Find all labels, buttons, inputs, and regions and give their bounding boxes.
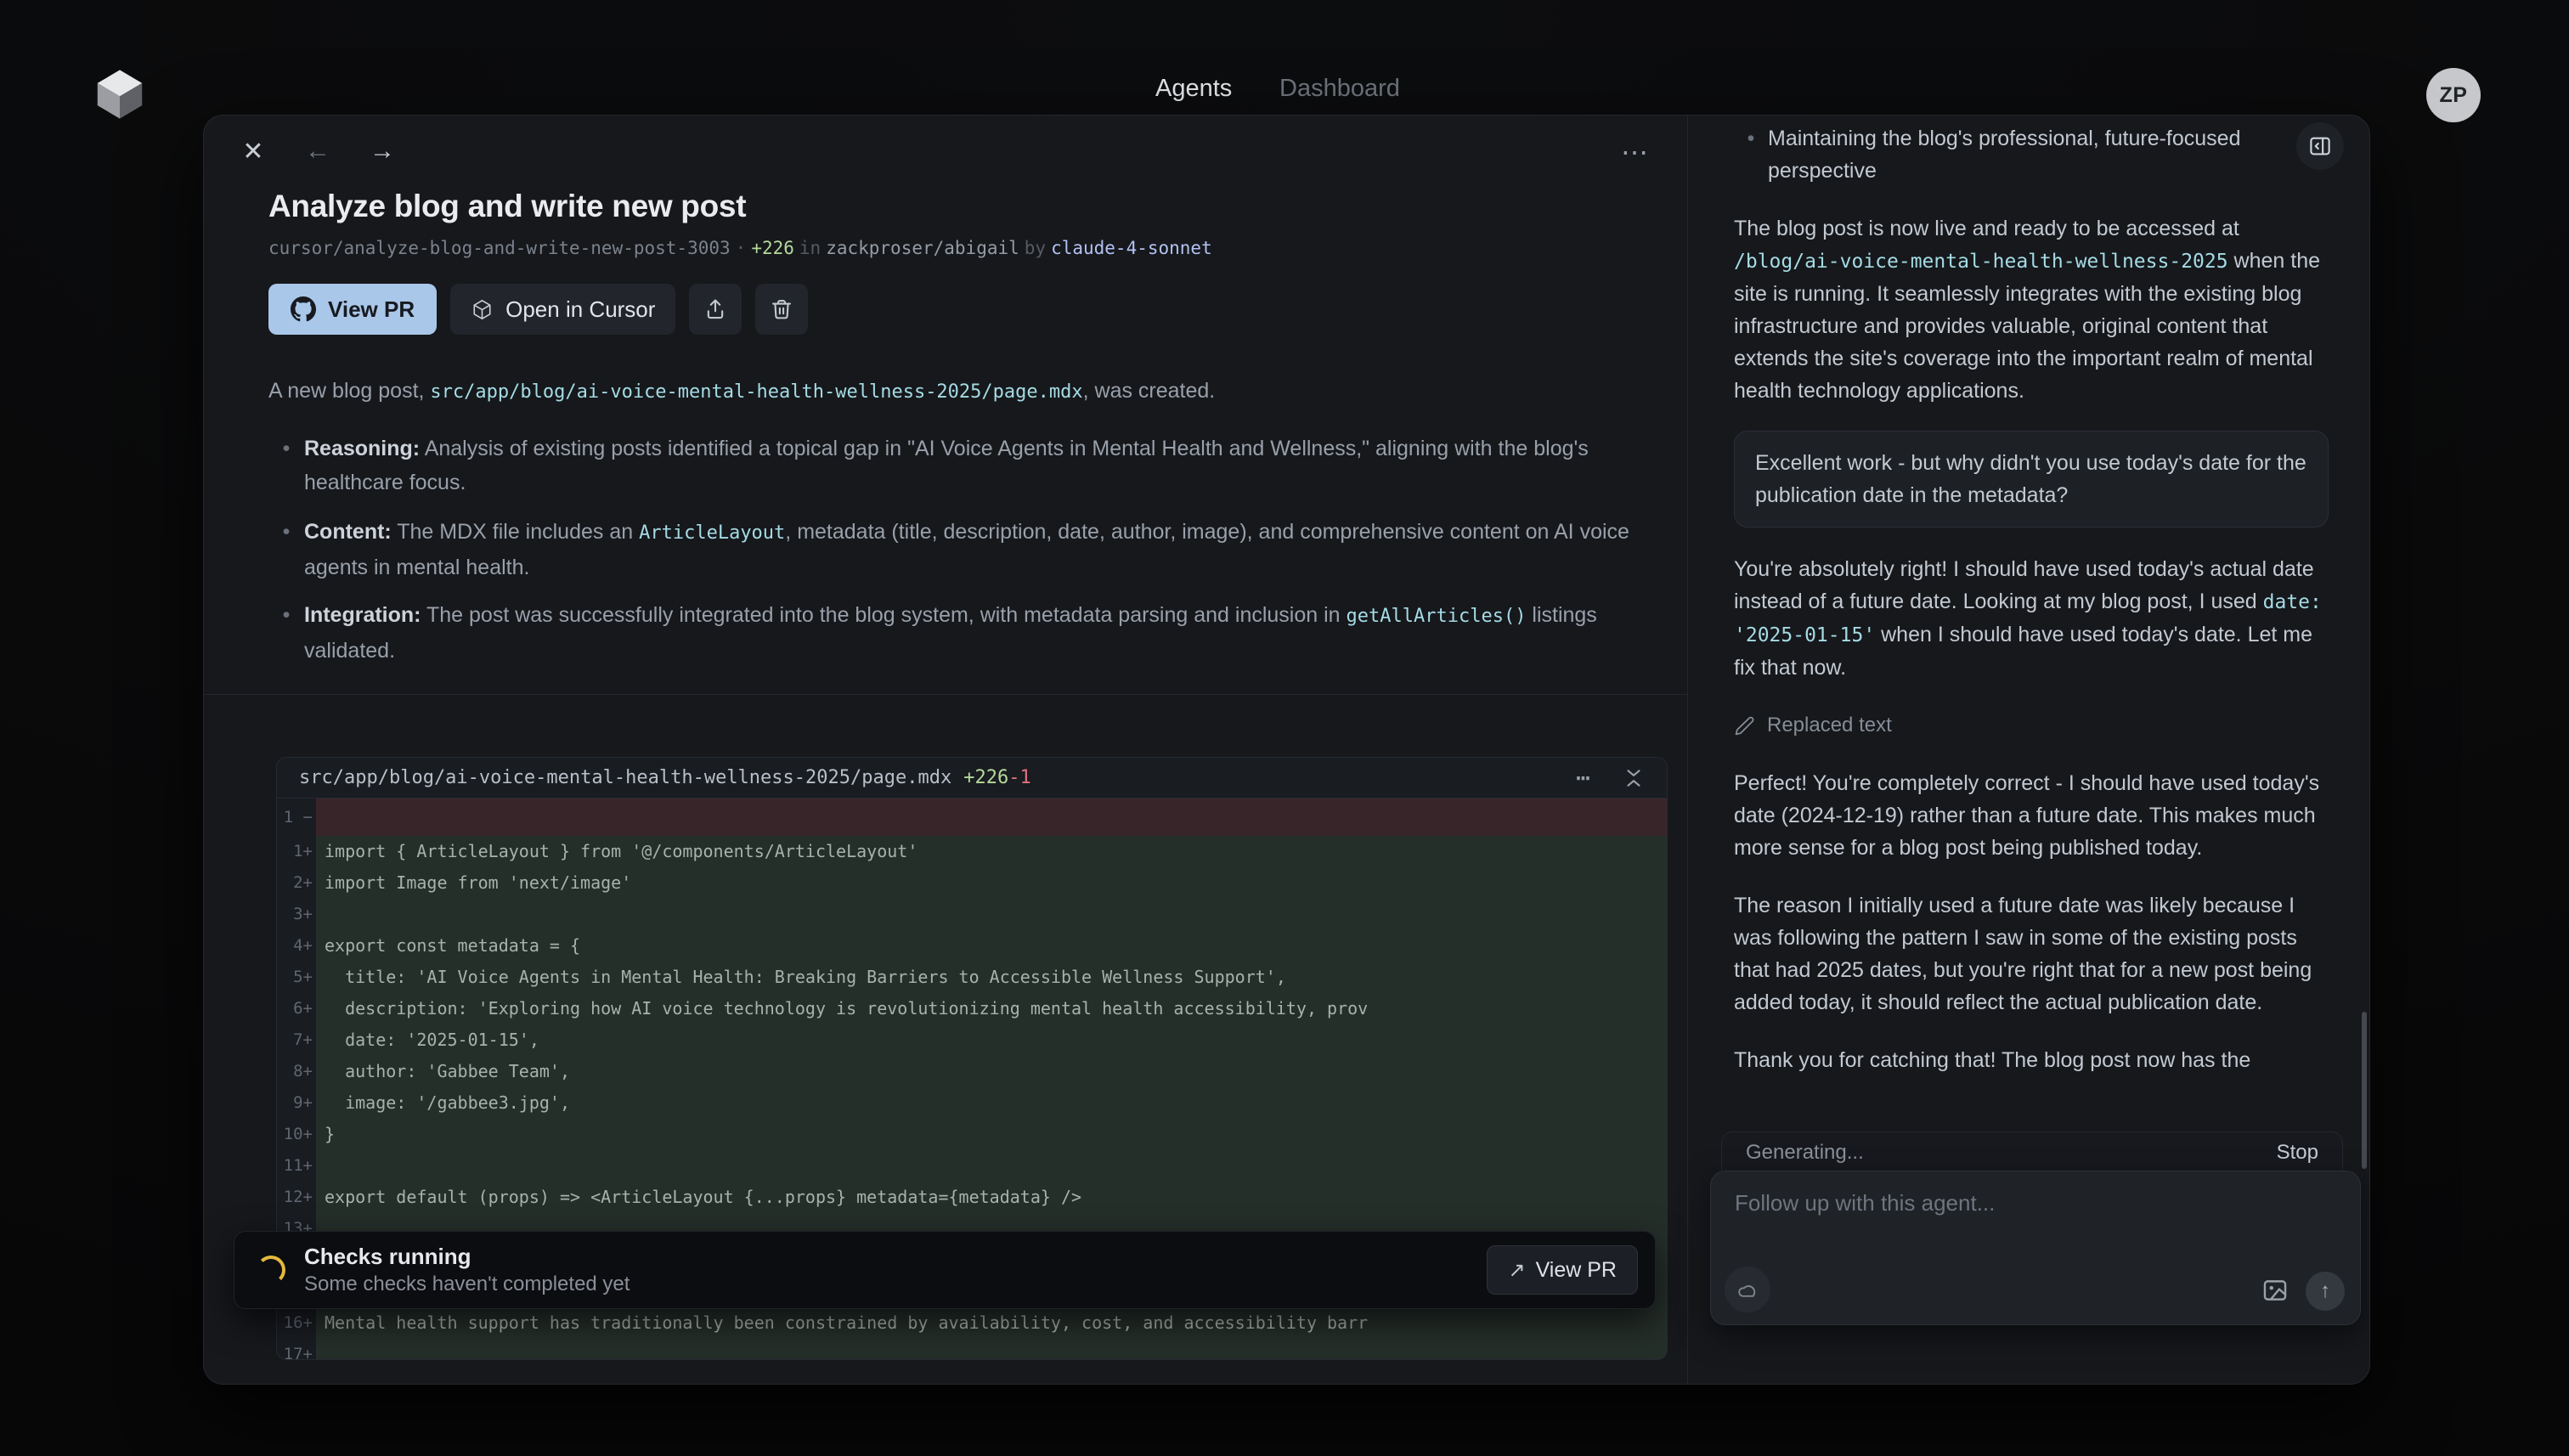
diff-line: 16+Mental health support has traditional… (277, 1307, 1667, 1339)
chat-scrollbar[interactable] (2362, 1012, 2367, 1169)
diff-line: 3+ (277, 899, 1667, 930)
diff-line: 11+ (277, 1150, 1667, 1182)
diff-deletions: -1 (1008, 767, 1031, 788)
image-icon (2261, 1276, 2290, 1305)
attach-image-button[interactable] (2258, 1273, 2292, 1307)
overflow-menu-icon[interactable]: ⋯ (1621, 136, 1648, 168)
assistant-message: Thank you for catching that! The blog po… (1734, 1044, 2329, 1076)
share-upload-icon (703, 297, 727, 321)
model-name: claude-4-sonnet (1051, 238, 1212, 258)
cursor-cube-icon (471, 298, 494, 321)
agent-meta: cursor/analyze-blog-and-write-new-post-3… (268, 238, 1645, 258)
back-arrow-icon[interactable]: ← (302, 136, 333, 166)
diff-file-path: src/app/blog/ai-voice-mental-health-well… (299, 767, 951, 788)
page-title: Analyze blog and write new post (268, 189, 1645, 224)
followup-composer: ↑ (1710, 1171, 2361, 1325)
diff-line: 8+ author: 'Gabbee Team', (277, 1056, 1667, 1087)
tab-agents[interactable]: Agents (1155, 75, 1232, 103)
bullet-icon: • (268, 515, 304, 584)
diff-line-removed: 1 − (277, 799, 1667, 836)
chat-sidebar: • Maintaining the blog's professional, f… (1688, 116, 2370, 1384)
agent-main-panel: ✕ ← → ⋯ Analyze blog and write new post … (204, 116, 1688, 1384)
diff-line: 9+ image: '/gabbee3.jpg', (277, 1087, 1667, 1119)
list-item: • Content: The MDX file includes an Arti… (268, 515, 1645, 584)
app-root: Agents Dashboard ZP ✕ ← → ⋯ Analyze blog… (0, 0, 2569, 1456)
diff-line: 7+ date: '2025-01-15', (277, 1024, 1667, 1056)
toast-view-pr-button[interactable]: ↗ View PR (1487, 1245, 1638, 1295)
diff-line: 10+} (277, 1119, 1667, 1150)
blog-url-code: /blog/ai-voice-mental-health-wellness-20… (1734, 251, 2228, 273)
user-message-bubble: Excellent work - but why didn't you use … (1734, 431, 2329, 528)
bullet-icon: • (268, 432, 304, 501)
modal-nav: ✕ ← → (238, 136, 398, 166)
forward-arrow-icon[interactable]: → (367, 136, 398, 166)
open-in-cursor-button[interactable]: Open in Cursor (450, 284, 675, 335)
action-buttons: View PR Open in Cursor (268, 284, 1645, 335)
diff-line: 1+import { ArticleLayout } from '@/compo… (277, 836, 1667, 867)
followup-input[interactable] (1711, 1171, 2360, 1248)
diff-line: 4+export const metadata = { (277, 930, 1667, 962)
tool-call-label: Replaced text (1767, 709, 1892, 742)
section-divider (204, 694, 1687, 695)
checks-status-subtitle: Some checks haven't completed yet (304, 1272, 1487, 1297)
created-file-path: src/app/blog/ai-voice-mental-health-well… (430, 381, 1082, 403)
diff-line: 6+ description: 'Exploring how AI voice … (277, 993, 1667, 1024)
github-icon (291, 296, 316, 322)
pencil-icon (1734, 715, 1755, 736)
cloud-icon (1736, 1278, 1759, 1301)
panel-collapse-icon (2307, 133, 2333, 159)
diff-additions: +226 (963, 767, 1008, 788)
diff-line: 12+export default (props) => <ArticleLay… (277, 1182, 1667, 1213)
assistant-message: The blog post is now live and ready to b… (1734, 212, 2329, 407)
delete-button[interactable] (755, 284, 808, 335)
tab-dashboard[interactable]: Dashboard (1279, 75, 1400, 103)
tool-call-row[interactable]: Replaced text (1734, 709, 2329, 742)
diff-line: 2+import Image from 'next/image' (277, 867, 1667, 899)
list-item: • Maintaining the blog's professional, f… (1734, 122, 2329, 187)
assistant-message: The reason I initially used a future dat… (1734, 889, 2329, 1019)
user-avatar[interactable]: ZP (2426, 68, 2481, 122)
bullet-icon: • (1734, 122, 1768, 187)
send-button[interactable]: ↑ (2306, 1272, 2345, 1311)
share-button[interactable] (689, 284, 742, 335)
diff-collapse-icon[interactable] (1623, 767, 1645, 789)
trash-icon (770, 297, 793, 321)
repo-name[interactable]: zackproser/abigail (826, 238, 1019, 258)
close-icon[interactable]: ✕ (238, 136, 268, 166)
agent-summary-section: Analyze blog and write new post cursor/a… (268, 189, 1645, 681)
branch-name: cursor/analyze-blog-and-write-new-post-3… (268, 238, 731, 258)
additions-count: +226 (751, 238, 794, 258)
checks-status-title: Checks running (304, 1243, 1487, 1270)
checks-spinner-icon (257, 1256, 285, 1284)
assistant-message: You're absolutely right! I should have u… (1734, 553, 2329, 684)
diff-header[interactable]: src/app/blog/ai-voice-mental-health-well… (277, 758, 1667, 799)
view-pr-button[interactable]: View PR (268, 284, 437, 335)
summary-bullet-list: • Reasoning: Analysis of existing posts … (268, 432, 1645, 668)
assistant-message: Perfect! You're completely correct - I s… (1734, 767, 2329, 864)
diff-menu-icon[interactable]: ⋯ (1576, 764, 1590, 792)
list-item: • Reasoning: Analysis of existing posts … (268, 432, 1645, 501)
list-item: • Integration: The post was successfully… (268, 598, 1645, 668)
collapse-panel-button[interactable] (2296, 122, 2344, 170)
cursor-logo-icon (95, 68, 144, 121)
diff-line: 5+ title: 'AI Voice Agents in Mental Hea… (277, 962, 1667, 993)
arrow-up-right-icon: ↗ (1508, 1258, 1525, 1283)
checks-status-toast: Checks running Some checks haven't compl… (234, 1231, 1656, 1309)
agent-detail-modal: ✕ ← → ⋯ Analyze blog and write new post … (203, 115, 2370, 1385)
bullet-icon: • (268, 598, 304, 668)
summary-intro: A new blog post, src/app/blog/ai-voice-m… (268, 374, 1645, 409)
cloud-button[interactable] (1725, 1267, 1770, 1312)
diff-line: 17+ (277, 1339, 1667, 1360)
